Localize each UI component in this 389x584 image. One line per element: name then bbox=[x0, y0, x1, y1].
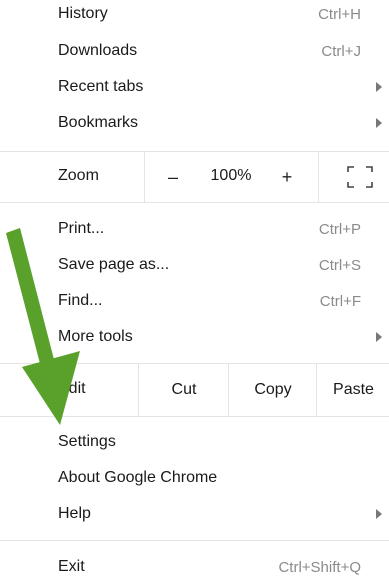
menu-item-recent-tabs[interactable]: Recent tabs bbox=[0, 70, 389, 104]
copy-label: Copy bbox=[254, 381, 292, 398]
menu-item-shortcut: Ctrl+F bbox=[319, 292, 361, 310]
zoom-row: Zoom – 100% + bbox=[0, 152, 389, 202]
chrome-main-menu: History Ctrl+H Downloads Ctrl+J Recent t… bbox=[0, 0, 389, 579]
fullscreen-icon[interactable] bbox=[346, 164, 374, 190]
menu-item-label: Downloads bbox=[58, 42, 138, 59]
zoom-level: 100% bbox=[210, 167, 252, 184]
menu-item-label: Exit bbox=[58, 558, 85, 575]
menu-item-label: Recent tabs bbox=[58, 78, 144, 95]
menu-item-print[interactable]: Print... Ctrl+P bbox=[0, 212, 389, 246]
menu-item-label: More tools bbox=[58, 328, 133, 345]
edit-label: Edit bbox=[58, 380, 86, 397]
menu-item-shortcut: Ctrl+P bbox=[318, 220, 361, 238]
chevron-right-icon bbox=[376, 332, 382, 342]
zoom-divider bbox=[144, 152, 145, 202]
zoom-divider bbox=[318, 152, 319, 202]
menu-item-label: Bookmarks bbox=[58, 114, 139, 131]
menu-separator bbox=[0, 540, 389, 541]
edit-row: Edit Cut Copy Paste bbox=[0, 364, 389, 416]
paste-button[interactable]: Paste bbox=[316, 364, 389, 416]
menu-item-history[interactable]: History Ctrl+H bbox=[0, 0, 389, 31]
menu-item-label: Settings bbox=[58, 433, 116, 450]
menu-item-settings[interactable]: Settings bbox=[0, 425, 389, 459]
menu-item-find[interactable]: Find... Ctrl+F bbox=[0, 284, 389, 318]
chevron-right-icon bbox=[376, 82, 382, 92]
menu-item-downloads[interactable]: Downloads Ctrl+J bbox=[0, 34, 389, 68]
cut-button[interactable]: Cut bbox=[138, 364, 229, 416]
menu-item-label: Find... bbox=[58, 292, 103, 309]
chevron-right-icon bbox=[376, 118, 382, 128]
cut-label: Cut bbox=[171, 381, 197, 398]
menu-separator bbox=[0, 202, 389, 203]
chevron-right-icon bbox=[376, 509, 382, 519]
menu-item-shortcut: Ctrl+J bbox=[321, 42, 361, 60]
zoom-out-button[interactable]: – bbox=[160, 164, 186, 190]
menu-item-label: History bbox=[58, 5, 108, 22]
menu-item-shortcut: Ctrl+H bbox=[318, 5, 361, 23]
menu-item-save-page[interactable]: Save page as... Ctrl+S bbox=[0, 248, 389, 282]
menu-item-help[interactable]: Help bbox=[0, 497, 389, 531]
paste-label: Paste bbox=[333, 381, 374, 398]
menu-item-shortcut: Ctrl+S bbox=[318, 256, 361, 274]
menu-item-about[interactable]: About Google Chrome bbox=[0, 461, 389, 495]
menu-item-label: Print... bbox=[58, 220, 105, 237]
menu-item-label: About Google Chrome bbox=[58, 469, 218, 486]
menu-item-label: Save page as... bbox=[58, 256, 170, 273]
zoom-in-button[interactable]: + bbox=[274, 164, 300, 190]
menu-item-label: Help bbox=[58, 505, 91, 522]
zoom-label: Zoom bbox=[58, 167, 99, 184]
menu-item-more-tools[interactable]: More tools bbox=[0, 320, 389, 354]
menu-separator bbox=[0, 416, 389, 417]
menu-item-shortcut: Ctrl+Shift+Q bbox=[278, 558, 361, 576]
copy-button[interactable]: Copy bbox=[228, 364, 317, 416]
menu-item-bookmarks[interactable]: Bookmarks bbox=[0, 106, 389, 140]
